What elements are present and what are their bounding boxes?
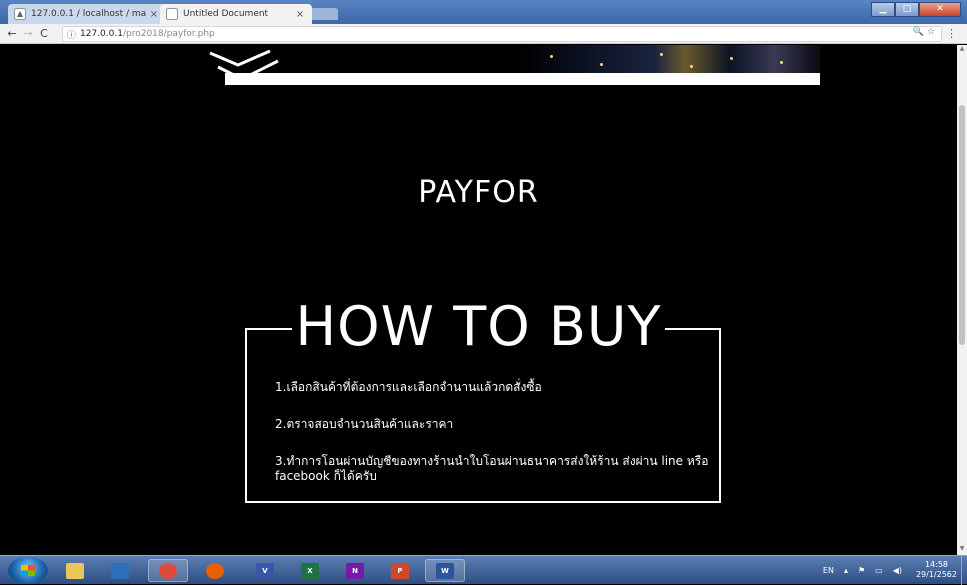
taskbar-word[interactable]: W	[425, 559, 465, 582]
step-3: 3.ทำการโอนผ่านบัญชีของทางร้านนำใบโอนผ่าน…	[275, 454, 709, 483]
forward-icon[interactable]: →	[20, 27, 36, 40]
onenote-icon: N	[346, 562, 364, 579]
banner-white-strip	[225, 73, 820, 85]
taskbar-visio[interactable]: V	[245, 559, 285, 582]
clock-time: 14:58	[924, 560, 949, 569]
page-viewport: PAYFOR HOW TO BUY 1.เลือกสินค้าที่ต้องกา…	[0, 45, 957, 555]
back-icon[interactable]: ←	[4, 27, 20, 40]
step-1: 1.เลือกสินค้าที่ต้องการและเลือกจำนานแล้ว…	[275, 380, 542, 394]
network-icon[interactable]: ▭	[875, 566, 883, 575]
clock[interactable]: 14:58 29/1/2562	[916, 560, 957, 580]
scroll-up-icon[interactable]: ▲	[957, 45, 967, 55]
reload-icon[interactable]: C	[36, 27, 52, 40]
system-tray: EN ▴ ⚑ ▭ ◀) 14:58 29/1/2562	[813, 560, 957, 580]
clock-date: 29/1/2562	[915, 570, 957, 579]
banner-city-image	[520, 45, 820, 73]
info-icon[interactable]: ⓘ	[67, 28, 76, 41]
language-indicator[interactable]: EN	[823, 566, 834, 575]
start-button[interactable]	[8, 557, 48, 584]
tab-close-icon[interactable]: ×	[148, 9, 160, 20]
page-title: PAYFOR	[418, 175, 539, 210]
volume-icon[interactable]: ◀)	[893, 566, 902, 575]
browser-titlebar: ▲ 127.0.0.1 / localhost / ma × Untitled …	[0, 0, 967, 24]
scroll-thumb[interactable]	[959, 105, 965, 345]
window-controls: ▁ □ ✕	[871, 2, 961, 17]
close-window-button[interactable]: ✕	[919, 2, 961, 17]
chrome-icon	[159, 562, 177, 579]
windows-taskbar: V X N P W EN ▴ ⚑ ▭ ◀) 14:58 29/1/2562	[0, 555, 967, 585]
tray-expand-icon[interactable]: ▴	[844, 566, 848, 575]
taskbar-powerpoint[interactable]: P	[380, 559, 420, 582]
tab-title: 127.0.0.1 / localhost / ma	[31, 9, 147, 19]
taskbar-chrome[interactable]	[148, 559, 188, 582]
tab-phpmyadmin[interactable]: ▲ 127.0.0.1 / localhost / ma ×	[8, 4, 166, 24]
action-center-flag-icon[interactable]: ⚑	[858, 566, 865, 575]
step-2: 2.ตราจสอบจำนวนสินค้าและราคา	[275, 417, 454, 431]
zoom-bookmark-icons[interactable]: 🔍 ☆	[913, 27, 935, 37]
section-title: HOW TO BUY	[0, 295, 957, 358]
browser-toolbar: ← → C ⓘ 127.0.0.1 /pro2018/payfor.php 🔍 …	[0, 24, 967, 44]
excel-icon: X	[301, 562, 319, 579]
minimize-button[interactable]: ▁	[871, 2, 895, 17]
word-icon: W	[436, 562, 454, 579]
url-path: /pro2018/payfor.php	[122, 29, 215, 39]
tab-close-icon[interactable]: ×	[294, 9, 306, 20]
taskbar-excel[interactable]: X	[290, 559, 330, 582]
taskbar-firefox[interactable]	[195, 559, 235, 582]
maximize-button[interactable]: □	[895, 2, 919, 17]
tab-untitled-document[interactable]: Untitled Document ×	[160, 4, 312, 24]
taskbar-media-player[interactable]	[100, 559, 140, 582]
address-bar[interactable]: ⓘ 127.0.0.1 /pro2018/payfor.php 🔍 ☆	[62, 26, 942, 42]
scroll-down-icon[interactable]: ▼	[957, 545, 967, 555]
vertical-scrollbar[interactable]: ▲ ▼	[957, 45, 967, 555]
new-tab-button[interactable]	[308, 8, 338, 20]
section-title-text: HOW TO BUY	[291, 295, 666, 358]
taskbar-onenote[interactable]: N	[335, 559, 375, 582]
url-host: 127.0.0.1	[80, 29, 123, 39]
powerpoint-icon: P	[391, 562, 409, 579]
show-desktop-button[interactable]	[961, 556, 967, 585]
folder-icon	[66, 562, 84, 579]
taskbar-explorer[interactable]	[55, 559, 95, 582]
media-player-icon	[111, 562, 129, 579]
firefox-icon	[206, 562, 224, 579]
document-icon	[166, 8, 178, 20]
menu-icon[interactable]: ⋮	[946, 27, 957, 40]
phpmyadmin-icon: ▲	[14, 8, 26, 20]
visio-icon: V	[256, 562, 274, 579]
tab-title: Untitled Document	[183, 9, 269, 19]
